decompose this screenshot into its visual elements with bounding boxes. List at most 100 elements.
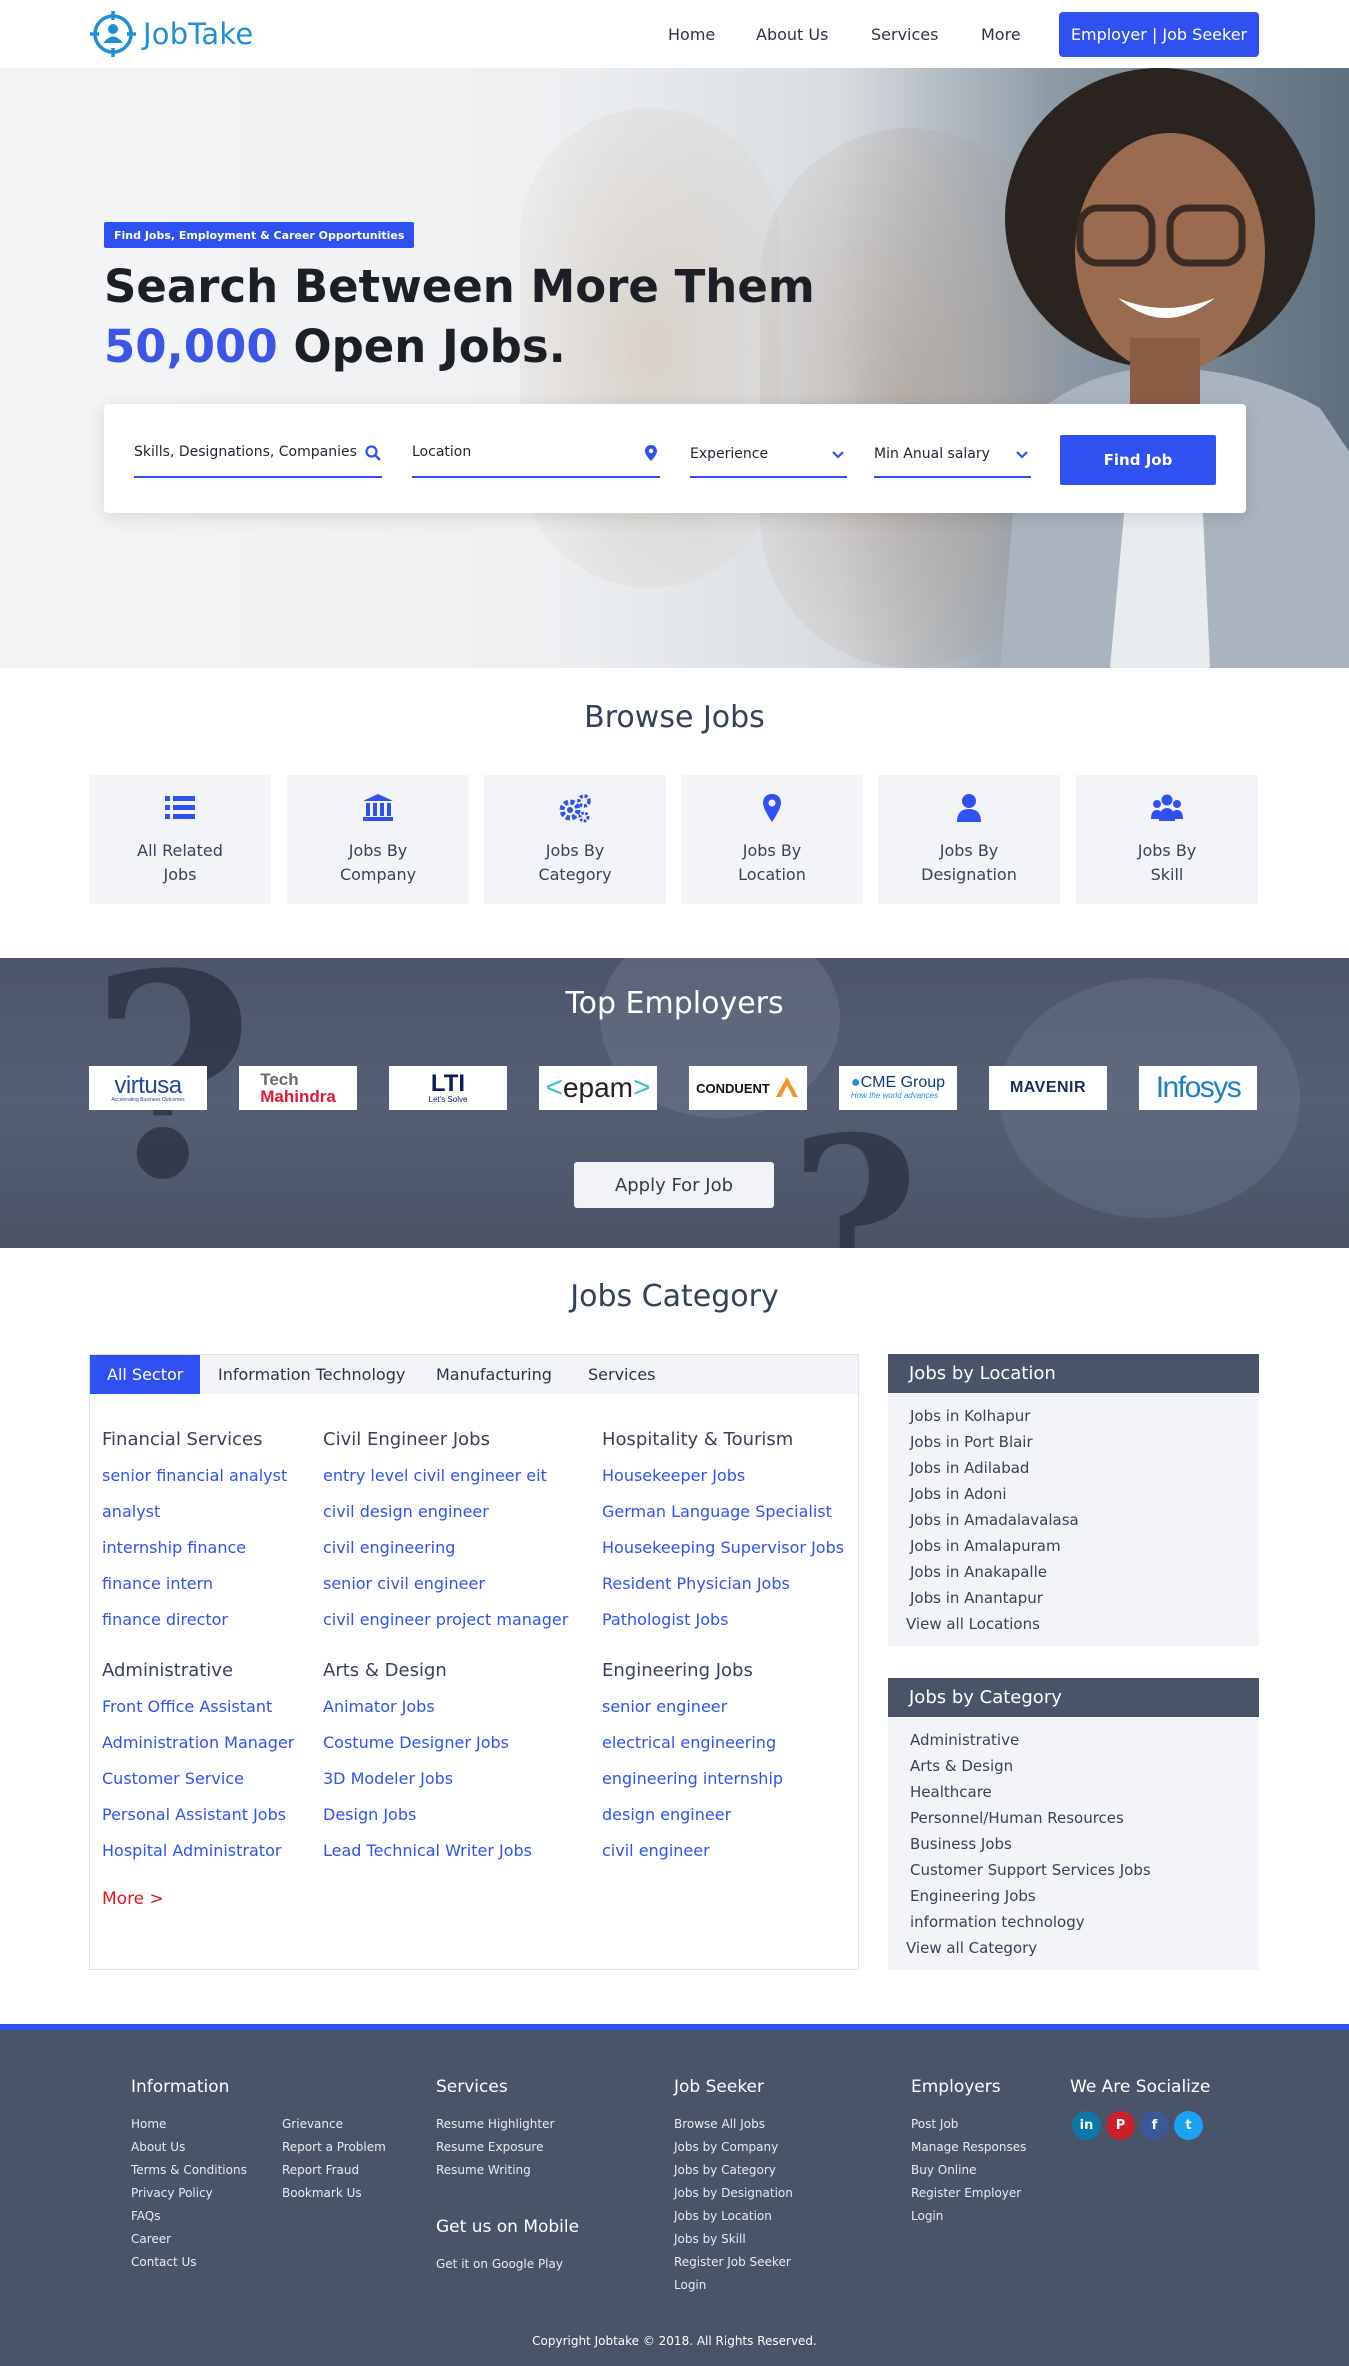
category-link[interactable]: senior civil engineer [323,1569,568,1605]
tab-information-technology[interactable]: Information Technology [201,1355,422,1394]
logo-virtusa[interactable]: virtusa Accelerating Business Outcomes [89,1066,207,1110]
tab-manufacturing[interactable]: Manufacturing [419,1355,569,1394]
logo-infosys[interactable]: Infosys [1139,1066,1257,1110]
logo-tech-mahindra[interactable]: Tech Mahindra [239,1066,357,1110]
footer-link[interactable]: Report Fraud [282,2159,386,2182]
experience-select[interactable]: Experience [690,434,847,478]
location-link[interactable]: Jobs in Adilabad [910,1455,1079,1481]
more-categories-link[interactable]: More > [102,1889,164,1909]
browse-jobs-by-designation[interactable]: Jobs By Designation [878,775,1060,904]
category-side-link[interactable]: Personnel/Human Resources [910,1805,1151,1831]
apply-for-job-button[interactable]: Apply For Job [574,1162,774,1208]
category-link[interactable]: electrical engineering [602,1728,783,1764]
twitter-icon[interactable]: t [1174,2111,1203,2140]
location-link[interactable]: Jobs in Amadalavalasa [910,1507,1079,1533]
category-link[interactable]: finance director [102,1605,287,1641]
logo-mavenir[interactable]: MAVENIR [989,1066,1107,1110]
browse-jobs-by-skill[interactable]: Jobs By Skill [1076,775,1258,904]
footer-link[interactable]: Contact Us [131,2251,282,2274]
skills-search-input[interactable]: Skills, Designations, Companies [134,434,382,478]
nav-home[interactable]: Home [668,25,715,44]
category-link[interactable]: senior financial analyst [102,1461,287,1497]
footer-link[interactable]: Register Employer [911,2182,1026,2205]
footer-link[interactable]: Career [131,2228,282,2251]
facebook-icon[interactable]: f [1140,2111,1169,2140]
footer-link[interactable]: Resume Writing [436,2159,554,2182]
category-side-link[interactable]: Healthcare [910,1779,1151,1805]
browse-jobs-by-category[interactable]: Jobs By Category [484,775,666,904]
footer-link[interactable]: Bookmark Us [282,2182,386,2205]
footer-link[interactable]: Login [911,2205,1026,2228]
category-link[interactable]: Hospital Administrator [102,1836,294,1872]
category-link[interactable]: Front Office Assistant [102,1692,294,1728]
nav-about-us[interactable]: About Us [756,25,828,44]
category-side-link[interactable]: Business Jobs [910,1831,1151,1857]
location-link[interactable]: Jobs in Adoni [910,1481,1079,1507]
category-side-link[interactable]: Administrative [910,1727,1151,1753]
category-link[interactable]: Pathologist Jobs [602,1605,844,1641]
category-link[interactable]: civil engineer project manager [323,1605,568,1641]
footer-link[interactable]: Home [131,2113,282,2136]
footer-link[interactable]: Jobs by Company [674,2136,793,2159]
view-all-category-link[interactable]: View all Category [906,1935,1151,1961]
browse-all-related-jobs[interactable]: All Related Jobs [89,775,271,904]
category-link[interactable]: internship finance [102,1533,287,1569]
logo-lti[interactable]: LTI Let's Solve [389,1066,507,1110]
footer-link[interactable]: Jobs by Skill [674,2228,793,2251]
category-link[interactable]: Lead Technical Writer Jobs [323,1836,532,1872]
footer-link[interactable]: Terms & Conditions [131,2159,282,2182]
footer-link[interactable]: Jobs by Category [674,2159,793,2182]
location-link[interactable]: Jobs in Port Blair [910,1429,1079,1455]
nav-services[interactable]: Services [871,25,938,44]
category-link[interactable]: Customer Service [102,1764,294,1800]
category-link[interactable]: Personal Assistant Jobs [102,1800,294,1836]
min-salary-select[interactable]: Min Anual salary [874,434,1031,478]
location-link[interactable]: Jobs in Kolhapur [910,1403,1079,1429]
category-link[interactable]: engineering internship [602,1764,783,1800]
footer-link[interactable]: Browse All Jobs [674,2113,793,2136]
footer-link[interactable]: Register Job Seeker [674,2251,793,2274]
find-job-button[interactable]: Find Job [1060,435,1216,485]
footer-link[interactable]: Post Job [911,2113,1026,2136]
category-link[interactable]: civil design engineer [323,1497,568,1533]
google-play-link[interactable]: Get it on Google Play [436,2253,579,2276]
footer-link[interactable]: Grievance [282,2113,386,2136]
category-link[interactable]: Housekeeping Supervisor Jobs [602,1533,844,1569]
logo-epam[interactable]: < epam > [539,1066,657,1110]
category-link[interactable]: design engineer [602,1800,783,1836]
footer-link[interactable]: Jobs by Designation [674,2182,793,2205]
location-input[interactable]: Location [412,434,660,478]
category-link[interactable]: Animator Jobs [323,1692,532,1728]
pinterest-icon[interactable]: P [1106,2111,1135,2140]
logo[interactable]: JobTake [89,9,253,59]
category-side-link[interactable]: Engineering Jobs [910,1883,1151,1909]
category-link[interactable]: senior engineer [602,1692,783,1728]
logo-cme-group[interactable]: ●CME Group How the world advances [839,1066,957,1110]
category-link[interactable]: German Language Specialist [602,1497,844,1533]
browse-jobs-by-location[interactable]: Jobs By Location [681,775,863,904]
footer-link[interactable]: About Us [131,2136,282,2159]
search-icon[interactable] [364,444,382,462]
category-link[interactable]: civil engineer [602,1836,783,1872]
category-side-link[interactable]: Customer Support Services Jobs [910,1857,1151,1883]
footer-link[interactable]: Resume Highlighter [436,2113,554,2136]
footer-link[interactable]: Jobs by Location [674,2205,793,2228]
location-link[interactable]: Jobs in Amalapuram [910,1533,1079,1559]
view-all-locations-link[interactable]: View all Locations [906,1611,1079,1637]
category-side-link[interactable]: information technology [910,1909,1151,1935]
category-side-link[interactable]: Arts & Design [910,1753,1151,1779]
category-link[interactable]: Resident Physician Jobs [602,1569,844,1605]
category-link[interactable]: entry level civil engineer eit [323,1461,568,1497]
nav-more[interactable]: More [981,25,1021,44]
category-link[interactable]: Housekeeper Jobs [602,1461,844,1497]
linkedin-icon[interactable]: in [1072,2111,1101,2140]
category-link[interactable]: Design Jobs [323,1800,532,1836]
browse-jobs-by-company[interactable]: Jobs By Company [287,775,469,904]
tab-all-sector[interactable]: All Sector [90,1355,201,1394]
employer-job-seeker-button[interactable]: Employer | Job Seeker [1059,12,1259,57]
footer-link[interactable]: Manage Responses [911,2136,1026,2159]
footer-link[interactable]: Login [674,2274,793,2297]
footer-link[interactable]: Report a Problem [282,2136,386,2159]
category-link[interactable]: 3D Modeler Jobs [323,1764,532,1800]
location-link[interactable]: Jobs in Anantapur [910,1585,1079,1611]
